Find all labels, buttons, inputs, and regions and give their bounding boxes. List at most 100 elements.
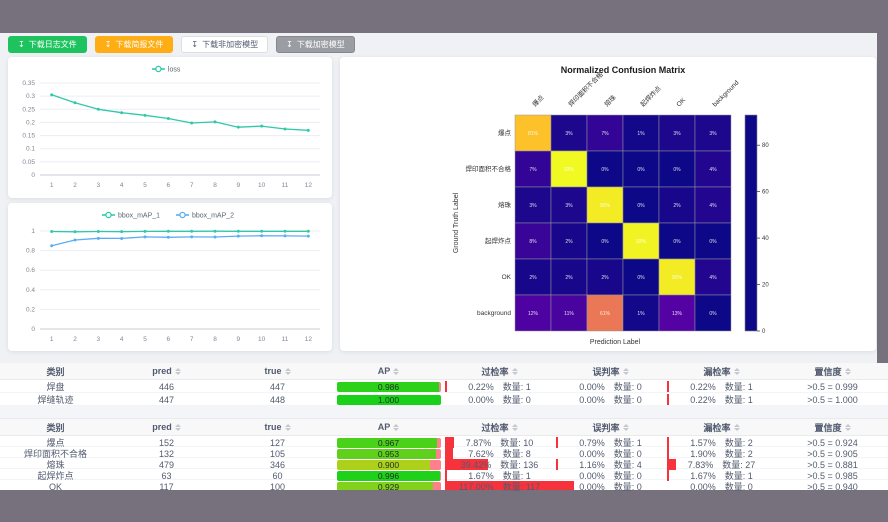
- ap-bar: 0.953: [337, 449, 441, 459]
- pred-value: 446: [159, 382, 174, 392]
- sort-caret-icon[interactable]: [393, 424, 399, 431]
- matrix-cell: 13%: [659, 295, 695, 331]
- pred-value: 447: [159, 395, 174, 405]
- matrix-cell: 7%: [587, 115, 623, 151]
- svg-text:0.4: 0.4: [26, 287, 35, 294]
- col-header-over-rate[interactable]: 过检率: [444, 365, 555, 378]
- svg-text:0.2: 0.2: [26, 306, 35, 313]
- col-header-class: 类别: [0, 365, 111, 378]
- svg-text:2: 2: [73, 182, 77, 189]
- svg-text:7: 7: [190, 182, 194, 189]
- miss-rate: 1.57%: [690, 438, 716, 448]
- svg-text:10: 10: [258, 336, 266, 343]
- col-header-true[interactable]: true: [222, 366, 333, 376]
- ap-bar: 0.996: [337, 471, 441, 481]
- sort-caret-icon[interactable]: [175, 368, 181, 375]
- matrix-cell: 2%: [587, 259, 623, 295]
- matrix-cell: 0%: [695, 223, 731, 259]
- svg-text:0%: 0%: [601, 167, 609, 173]
- ap-value: 1.000: [337, 395, 441, 405]
- svg-text:40: 40: [762, 236, 769, 242]
- svg-text:11%: 11%: [564, 311, 574, 317]
- mis-rate: 0.00%: [579, 382, 605, 392]
- download-log-button[interactable]: ↧ 下载日志文件: [8, 36, 87, 53]
- col-header-mis-rate[interactable]: 误判率: [555, 421, 666, 434]
- col-header-miss-rate[interactable]: 漏检率: [666, 421, 777, 434]
- sort-caret-icon[interactable]: [393, 368, 399, 375]
- sort-caret-icon[interactable]: [512, 424, 518, 431]
- svg-text:0.25: 0.25: [22, 106, 35, 113]
- legend-item-loss[interactable]: loss: [152, 66, 181, 73]
- download-icon: ↧: [18, 41, 25, 49]
- col-header-confidence[interactable]: 置信度: [777, 365, 888, 378]
- cell-pred: 446: [111, 380, 222, 393]
- legend-item-bbox_mAP_1[interactable]: bbox_mAP_1: [102, 212, 160, 219]
- col-header-ap[interactable]: AP: [333, 422, 444, 432]
- miss-count: 数量: 0: [725, 480, 753, 493]
- table-row: 焊印面积不合格1321050.9537.62%数量: 80.00%数量: 01.…: [0, 447, 888, 458]
- mis-rate: 1.16%: [579, 460, 605, 470]
- col-header-miss-rate[interactable]: 漏检率: [666, 365, 777, 378]
- col-header-true[interactable]: true: [222, 422, 333, 432]
- col-header-ap[interactable]: AP: [333, 366, 444, 376]
- svg-text:0%: 0%: [709, 311, 717, 317]
- svg-text:爆点: 爆点: [530, 93, 546, 109]
- col-header-pred[interactable]: pred: [111, 366, 222, 376]
- confusion-matrix-card: Normalized Confusion Matrix81%3%7%1%3%3%…: [340, 57, 876, 351]
- col-header-label: 过检率: [481, 365, 508, 378]
- svg-text:90%: 90%: [672, 275, 683, 281]
- sort-caret-icon[interactable]: [175, 424, 181, 431]
- matrix-cell: 8%: [515, 223, 551, 259]
- sort-caret-icon[interactable]: [845, 424, 851, 431]
- cell-true: 448: [222, 393, 333, 406]
- svg-text:3%: 3%: [529, 203, 537, 209]
- svg-text:4: 4: [120, 182, 124, 189]
- loss-chart-card: 00.050.10.150.20.250.30.3512345678910111…: [8, 57, 332, 198]
- matrix-cell: 3%: [659, 115, 695, 151]
- col-header-pred[interactable]: pred: [111, 422, 222, 432]
- cell-ap: 0.929: [333, 480, 444, 493]
- svg-text:background: background: [711, 79, 740, 108]
- svg-text:10: 10: [258, 182, 266, 189]
- download-icon: ↧: [191, 41, 198, 49]
- download-toolbar: ↧ 下载日志文件 ↧ 下载简报文件 ↧ 下载非加密模型 ↧ 下载加密模型: [8, 36, 355, 53]
- window-bottom-bar: [0, 490, 888, 522]
- pred-value: 152: [159, 438, 174, 448]
- metrics-tables: 类别predtrueAP过检率误判率漏检率置信度焊盘4464470.9860.2…: [0, 363, 888, 491]
- sort-caret-icon[interactable]: [512, 368, 518, 375]
- confusion-matrix-heatmap: Normalized Confusion Matrix81%3%7%1%3%3%…: [340, 57, 876, 351]
- table-row: 焊盘4464470.9860.22%数量: 10.00%数量: 00.22%数量…: [0, 380, 888, 393]
- sort-caret-icon[interactable]: [623, 424, 629, 431]
- sort-caret-icon[interactable]: [285, 424, 291, 431]
- miss-rate: 0.22%: [690, 382, 716, 392]
- confidence-value: >0.5 = 1.000: [807, 395, 858, 405]
- col-header-confidence[interactable]: 置信度: [777, 421, 888, 434]
- cell-ap: 0.967: [333, 436, 444, 449]
- download-plain-model-button[interactable]: ↧ 下载非加密模型: [181, 36, 268, 53]
- sort-caret-icon[interactable]: [734, 424, 740, 431]
- sort-caret-icon[interactable]: [734, 368, 740, 375]
- confidence-value: >0.5 = 0.905: [807, 449, 858, 459]
- col-header-label: pred: [152, 422, 172, 432]
- svg-text:OK: OK: [675, 96, 687, 108]
- sort-caret-icon[interactable]: [285, 368, 291, 375]
- col-header-over-rate[interactable]: 过检率: [444, 421, 555, 434]
- download-encrypted-model-button[interactable]: ↧ 下载加密模型: [276, 36, 355, 53]
- svg-text:0.6: 0.6: [26, 267, 35, 274]
- sort-caret-icon[interactable]: [845, 368, 851, 375]
- matrix-cell: 2%: [551, 223, 587, 259]
- svg-text:1: 1: [50, 336, 54, 343]
- svg-text:11: 11: [282, 336, 289, 343]
- col-header-mis-rate[interactable]: 误判率: [555, 365, 666, 378]
- svg-text:3: 3: [97, 336, 101, 343]
- download-report-button[interactable]: ↧ 下载简报文件: [95, 36, 174, 53]
- cell-miss: 0.22%数量: 1: [666, 393, 777, 406]
- over-rate: 0.22%: [468, 382, 494, 392]
- svg-text:Ground Truth Label: Ground Truth Label: [453, 192, 460, 253]
- svg-text:4%: 4%: [709, 167, 717, 173]
- matrix-cell: 4%: [695, 259, 731, 295]
- svg-text:80: 80: [762, 143, 769, 149]
- legend-item-bbox_mAP_2[interactable]: bbox_mAP_2: [176, 212, 234, 219]
- sort-caret-icon[interactable]: [623, 368, 629, 375]
- matrix-cell: 11%: [551, 295, 587, 331]
